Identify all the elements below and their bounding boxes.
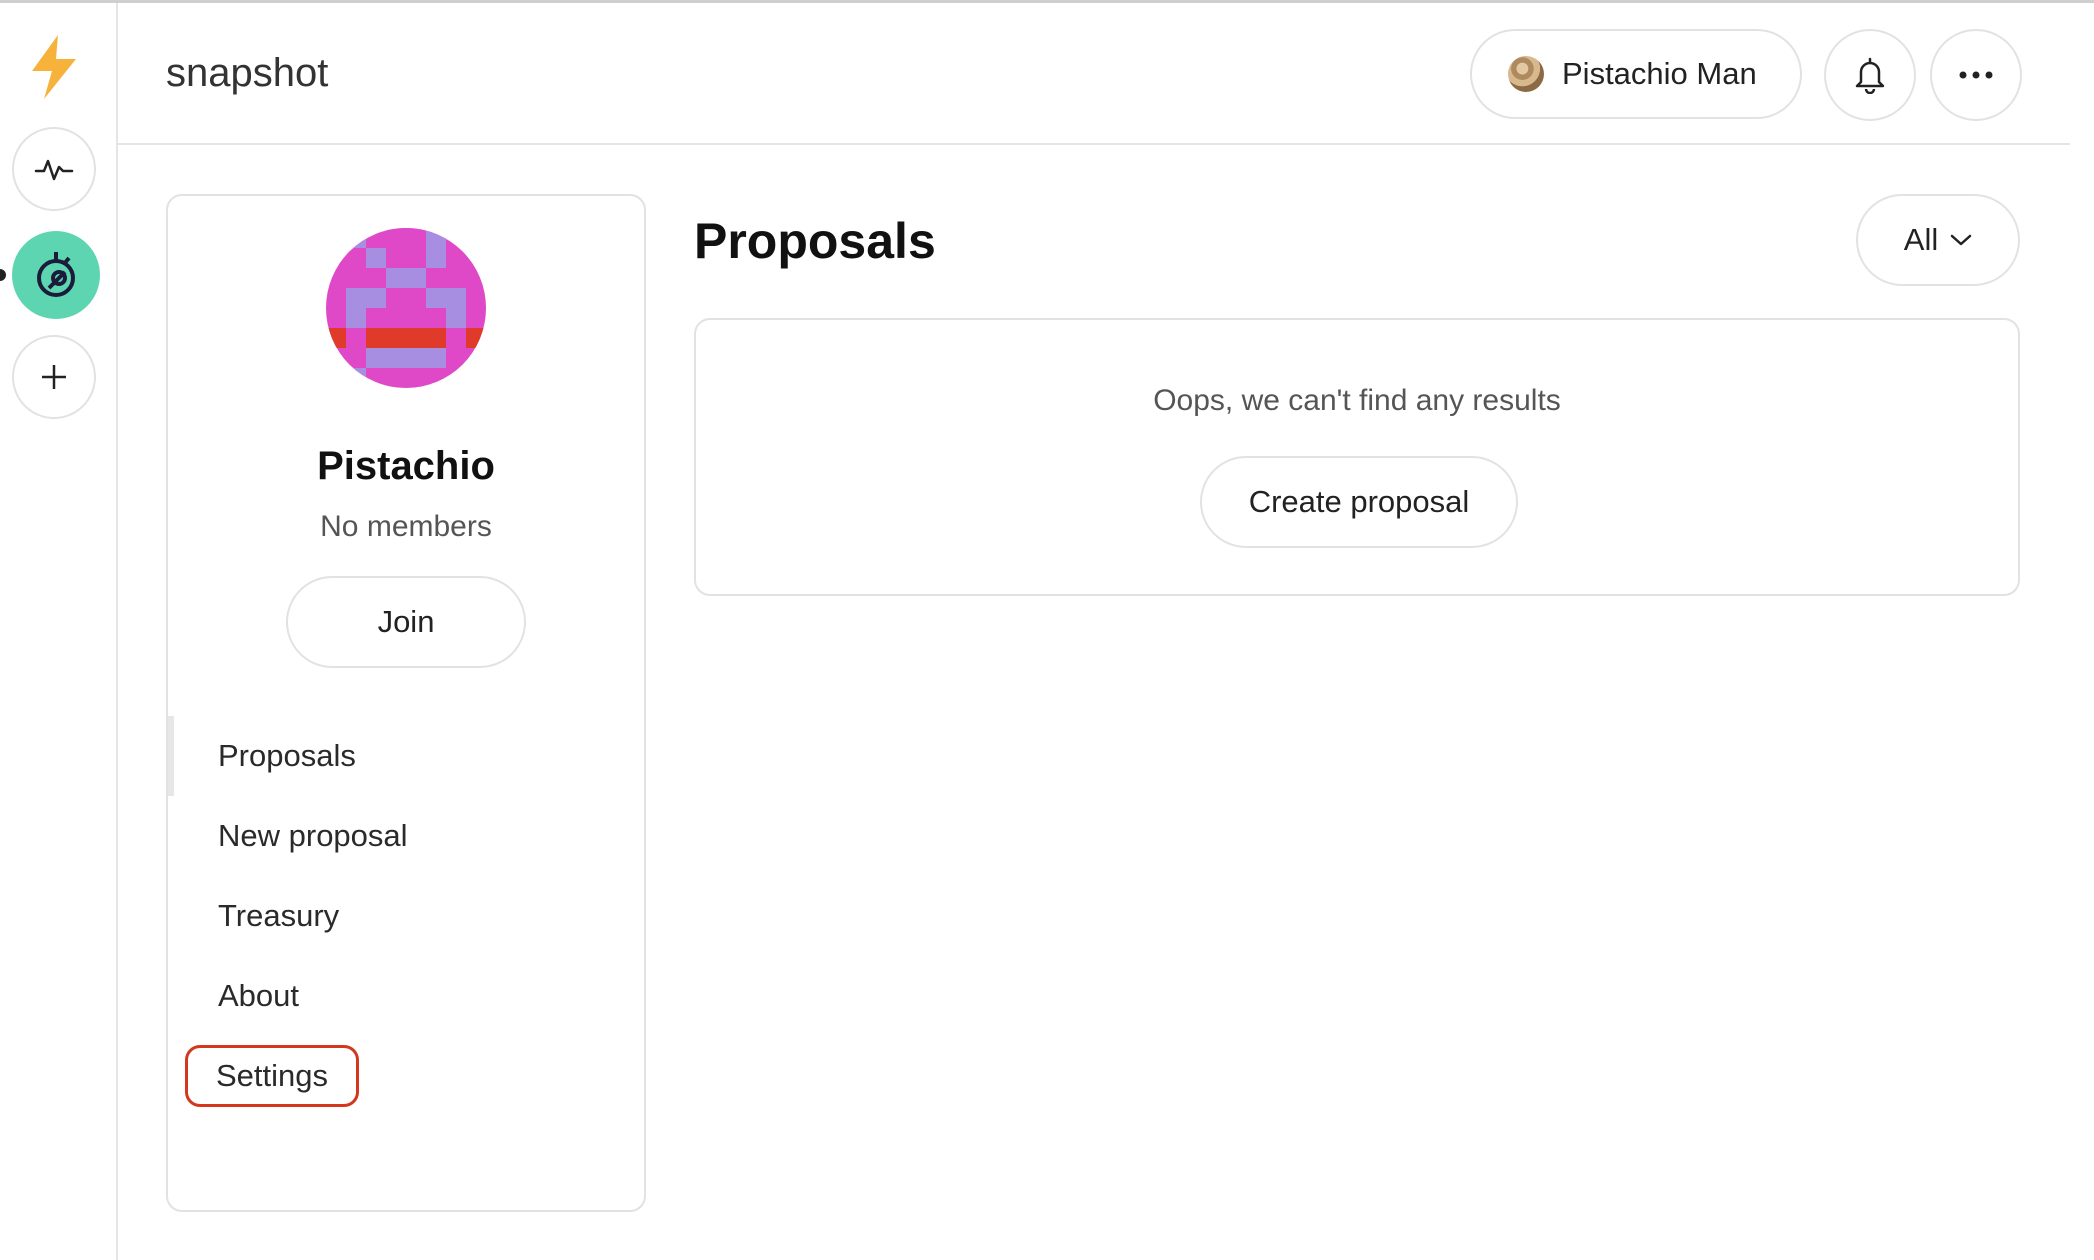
- nav-item-label: Proposals: [218, 738, 356, 773]
- top-header: snapshot Pistachio Man: [118, 3, 2070, 145]
- nav-item-treasury[interactable]: Treasury: [168, 876, 644, 956]
- space-icon: [37, 252, 75, 297]
- proposals-results-card: Oops, we can't find any results Create p…: [694, 318, 2020, 596]
- nav-item-new-proposal[interactable]: New proposal: [168, 796, 644, 876]
- more-dots-icon: [1959, 71, 1993, 79]
- more-options-button[interactable]: [1930, 29, 2022, 121]
- filter-dropdown[interactable]: All: [1856, 194, 2020, 286]
- left-rail: [0, 3, 118, 1260]
- nav-item-label: About: [218, 978, 300, 1013]
- create-proposal-button[interactable]: Create proposal: [1200, 456, 1518, 548]
- page-title: Proposals: [694, 213, 936, 269]
- activity-icon: [34, 159, 74, 181]
- nav-item-label: Settings: [184, 1045, 360, 1107]
- space-avatar: [326, 228, 486, 388]
- add-space-button[interactable]: [12, 335, 96, 419]
- notifications-button[interactable]: [1824, 29, 1916, 121]
- filter-label: All: [1903, 222, 1939, 257]
- account-avatar: [1508, 56, 1544, 92]
- nav-item-about[interactable]: About: [168, 956, 644, 1036]
- join-button[interactable]: Join: [286, 576, 526, 668]
- space-nav: Proposals New proposal Treasury About Se…: [168, 716, 644, 1116]
- nav-item-label: New proposal: [218, 818, 408, 853]
- account-button[interactable]: Pistachio Man: [1470, 29, 1802, 119]
- account-name: Pistachio Man: [1562, 56, 1757, 91]
- space-sidebar-card: Pistachio No members Join Proposals New …: [166, 194, 646, 1212]
- space-name: Pistachio: [317, 444, 495, 488]
- snapshot-logo-icon[interactable]: [26, 33, 82, 101]
- active-space-indicator: [0, 269, 6, 281]
- activity-button[interactable]: [12, 127, 96, 211]
- space-pistachio-button[interactable]: [12, 231, 100, 319]
- app-title[interactable]: snapshot: [166, 51, 328, 96]
- chevron-down-icon: [1950, 234, 1972, 246]
- nav-item-settings[interactable]: Settings: [168, 1036, 644, 1116]
- empty-state-message: Oops, we can't find any results: [1153, 384, 1561, 417]
- plus-icon: [42, 365, 66, 389]
- nav-item-proposals[interactable]: Proposals: [168, 716, 644, 796]
- bell-icon: [1855, 57, 1885, 94]
- space-members-count: No members: [320, 510, 492, 543]
- nav-item-label: Treasury: [218, 898, 340, 933]
